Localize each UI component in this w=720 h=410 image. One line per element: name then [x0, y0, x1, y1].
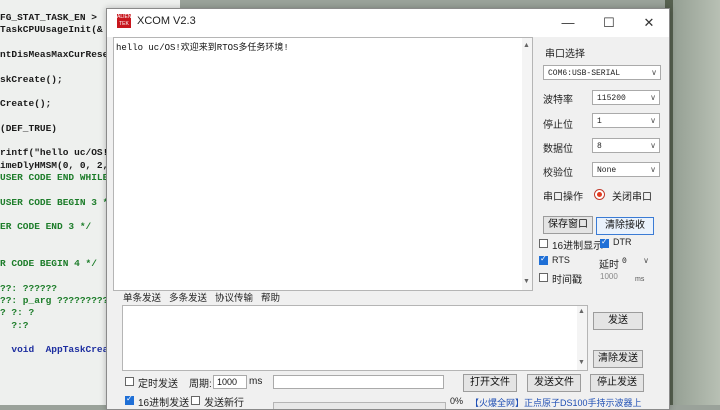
code-line: ntDisMeasMaxCurRese — [0, 48, 109, 60]
code-line: USER CODE END WHILE — [0, 171, 109, 183]
stop-bits-value: 1 — [597, 117, 602, 126]
period-input[interactable]: 1000 — [213, 375, 247, 389]
scroll-up-icon[interactable]: ▲ — [523, 42, 530, 49]
clear-receive-button[interactable]: 清除接收 — [596, 217, 654, 235]
code-line: TaskCPUUsageInit(& — [0, 24, 103, 36]
rts-checkbox[interactable] — [539, 254, 548, 265]
stop-bits-label: 停止位 — [543, 120, 573, 131]
xcom-window: ALIEN TEK XCOM V2.3 — ☐ ✕ hello uc/OS!欢迎… — [106, 8, 670, 410]
rts-label: RTS — [552, 255, 570, 265]
period-unit: ms — [249, 376, 263, 387]
background-window-edge — [665, 0, 720, 405]
maximize-button[interactable]: ☐ — [589, 9, 629, 37]
receive-area[interactable]: hello uc/OS!欢迎来到RTOS多任务环境! ▲ ▼ — [113, 37, 533, 291]
timestamp-value[interactable]: 1000 — [600, 272, 618, 281]
scroll-up-icon[interactable]: ▲ — [578, 308, 585, 315]
scroll-down-icon[interactable]: ▼ — [578, 359, 585, 366]
title-bar[interactable]: ALIEN TEK XCOM V2.3 — ☐ ✕ — [107, 9, 669, 37]
receive-scrollbar[interactable]: ▲ ▼ — [522, 38, 532, 290]
code-line: (DEF_TRUE) — [0, 122, 58, 134]
code-line: rintf("hello uc/OS! — [0, 147, 109, 159]
port-operation-label: 串口操作 — [543, 192, 583, 203]
dtr-checkbox[interactable] — [600, 237, 609, 248]
code-line: imeDlyHMSM(0, 0, 2, — [0, 159, 109, 171]
parity-value: None — [597, 166, 617, 175]
port-value: COM6:USB-SERIAL — [548, 69, 621, 78]
tab-protocol[interactable]: 协议传输 — [215, 290, 253, 304]
scroll-down-icon[interactable]: ▼ — [523, 278, 530, 285]
timed-send-checkbox[interactable] — [125, 377, 134, 386]
ad-link[interactable]: 【火爆全网】正点原子DS100手持示波器上 — [470, 396, 642, 409]
tab-help[interactable]: 帮助 — [261, 290, 280, 304]
receive-text: hello uc/OS!欢迎来到RTOS多任务环境! — [116, 43, 289, 53]
timestamp-checkbox[interactable] — [539, 273, 548, 282]
chevron-down-icon: ∨ — [650, 166, 656, 175]
send-newline-label: 发送新行 — [204, 398, 244, 409]
baud-label: 波特率 — [543, 95, 573, 106]
chevron-down-icon: ∨ — [650, 142, 656, 151]
save-window-button[interactable]: 保存窗口 — [543, 216, 593, 234]
app-logo-icon: ALIEN TEK — [117, 14, 131, 28]
data-bits-label: 数据位 — [543, 144, 573, 155]
send-newline-checkbox[interactable] — [191, 396, 200, 405]
port-status-indicator[interactable] — [594, 189, 605, 200]
code-line: Create(); — [0, 98, 52, 110]
code-line: void AppTaskCreat — [0, 344, 115, 356]
file-path-input[interactable] — [273, 375, 444, 389]
baud-value: 115200 — [597, 94, 626, 103]
hex-display-checkbox[interactable] — [539, 239, 548, 248]
tab-single-send[interactable]: 单条发送 — [123, 290, 161, 304]
close-port-button[interactable]: 关闭串口 — [612, 188, 652, 203]
send-file-button[interactable]: 发送文件 — [527, 374, 581, 392]
code-line: FG_STAT_TASK_EN > — [0, 12, 97, 23]
stop-send-button[interactable]: 停止发送 — [590, 374, 644, 392]
code-line: skCreate(); — [0, 73, 63, 85]
timestamp-label: 时间戳 — [552, 275, 582, 286]
code-line: ??: ?????? — [0, 282, 58, 294]
send-scrollbar[interactable]: ▲ ▼ — [577, 306, 587, 370]
send-progress-bar — [273, 402, 446, 409]
hex-send-label: 16进制发送 — [138, 398, 190, 409]
delay-value: 0 — [622, 257, 627, 266]
timestamp-unit: ms — [635, 276, 645, 283]
delay-label: 延时 — [599, 260, 619, 271]
code-line: R CODE BEGIN 4 */ — [0, 258, 97, 269]
send-input[interactable]: ▲ ▼ — [122, 305, 588, 371]
timed-send-label: 定时发送 — [138, 379, 178, 390]
code-line: ? ?: ? — [0, 307, 35, 319]
dtr-label: DTR — [613, 237, 632, 247]
parity-select[interactable]: None ∨ — [592, 162, 660, 177]
period-label: 周期: — [189, 379, 212, 390]
window-title: XCOM V2.3 — [137, 15, 196, 27]
data-bits-value: 8 — [597, 142, 602, 151]
chevron-down-icon: ∨ — [650, 94, 656, 103]
chevron-down-icon: ∨ — [650, 117, 656, 126]
parity-label: 校验位 — [543, 168, 573, 179]
clear-send-button[interactable]: 清除发送 — [593, 350, 643, 368]
port-select[interactable]: COM6:USB-SERIAL ∨ — [543, 65, 661, 80]
code-line: ?:? — [0, 319, 29, 331]
send-button[interactable]: 发送 — [593, 312, 643, 330]
minimize-button[interactable]: — — [548, 9, 588, 37]
code-line: ER CODE END 3 */ — [0, 221, 92, 233]
hex-display-label: 16进制显示 — [552, 241, 604, 252]
hex-send-checkbox[interactable] — [125, 394, 134, 405]
delay-select[interactable]: 0 ∨ — [618, 254, 652, 269]
chevron-down-icon: ∨ — [651, 69, 657, 78]
open-file-button[interactable]: 打开文件 — [463, 374, 517, 392]
port-label: 串口选择 — [545, 49, 585, 60]
stop-bits-select[interactable]: 1 ∨ — [592, 113, 660, 128]
code-line: ??: p_arg ????????? — [0, 294, 109, 306]
data-bits-select[interactable]: 8 ∨ — [592, 138, 660, 153]
chevron-down-icon: ∨ — [643, 257, 649, 266]
baud-select[interactable]: 115200 ∨ — [592, 90, 660, 105]
code-line: USER CODE BEGIN 3 * — [0, 196, 109, 208]
tab-multi-send[interactable]: 多条发送 — [169, 290, 207, 304]
close-button[interactable]: ✕ — [629, 9, 669, 37]
